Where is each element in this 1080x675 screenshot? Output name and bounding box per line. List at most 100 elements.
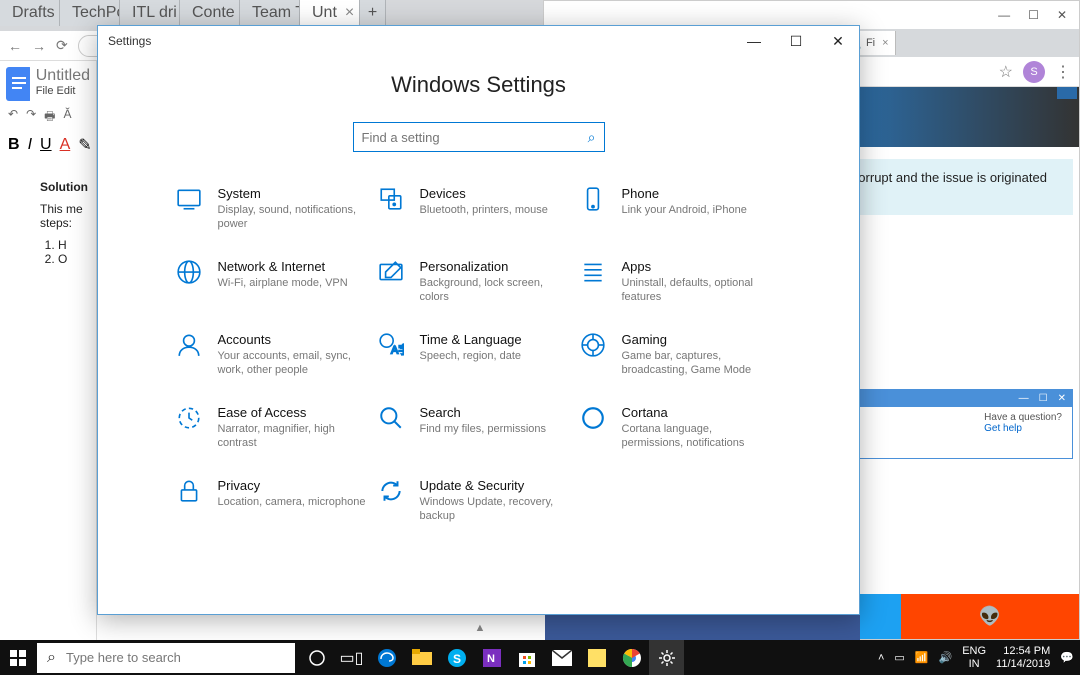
textcolor-icon[interactable]: A bbox=[60, 136, 71, 154]
minimize-button[interactable]: — bbox=[998, 8, 1010, 22]
doc-format-bar: B I U A ✎ bbox=[0, 132, 96, 158]
highlight-icon[interactable]: ✎ bbox=[78, 135, 91, 155]
skype-icon[interactable]: S bbox=[439, 640, 474, 675]
underline-icon[interactable]: U bbox=[40, 136, 52, 154]
gaming-icon bbox=[578, 332, 608, 362]
nav-forward-icon[interactable]: → bbox=[32, 38, 46, 54]
search-settings-icon bbox=[376, 405, 406, 435]
google-docs-panel: Untitled File Edit ↶ ↷ 🖶 Ă B I U A ✎ bbox=[0, 61, 97, 640]
settings-maximize-button[interactable]: ☐ bbox=[775, 26, 817, 56]
devices-icon bbox=[376, 186, 406, 216]
settings-item-personalization[interactable]: PersonalizationBackground, lock screen, … bbox=[376, 259, 576, 304]
mail-icon[interactable] bbox=[544, 640, 579, 675]
tab-untitled[interactable]: Unt× bbox=[300, 0, 360, 26]
explorer-icon[interactable] bbox=[404, 640, 439, 675]
settings-item-network[interactable]: Network & InternetWi-Fi, airplane mode, … bbox=[174, 259, 374, 304]
settings-heading: Windows Settings bbox=[391, 72, 566, 98]
taskview-icon[interactable]: ▭▯ bbox=[334, 640, 369, 675]
network-icon bbox=[174, 259, 204, 289]
settings-item-phone[interactable]: PhoneLink your Android, iPhone bbox=[578, 186, 778, 231]
share-reddit[interactable]: 👽 bbox=[901, 594, 1079, 639]
ad-close-icon[interactable] bbox=[1057, 87, 1077, 99]
edge-icon[interactable] bbox=[369, 640, 404, 675]
time-language-icon: A字 bbox=[376, 332, 406, 362]
windows-taskbar: ⌕ Type here to search ▭▯ S N ˄ ▭ 📶 🔊 ENG… bbox=[0, 640, 1080, 675]
doc-title[interactable]: Untitled bbox=[36, 67, 90, 85]
close-button[interactable]: ✕ bbox=[1057, 8, 1067, 22]
tab-itl[interactable]: ITL dri bbox=[120, 0, 180, 26]
tab-techpo[interactable]: TechPo bbox=[60, 0, 120, 26]
get-help-link[interactable]: Get help bbox=[984, 423, 1062, 434]
maximize-button[interactable]: ☐ bbox=[1028, 8, 1039, 22]
settings-item-time-language[interactable]: A字 Time & LanguageSpeech, region, date bbox=[376, 332, 576, 377]
settings-item-apps[interactable]: AppsUninstall, defaults, optional featur… bbox=[578, 259, 778, 304]
nav-back-icon[interactable]: ← bbox=[8, 38, 22, 54]
settings-window: Settings — ☐ ✕ Windows Settings ⌕ System… bbox=[97, 25, 860, 615]
settings-item-ease-of-access[interactable]: Ease of AccessNarrator, magnifier, high … bbox=[174, 405, 374, 450]
settings-item-search[interactable]: SearchFind my files, permissions bbox=[376, 405, 576, 450]
taskbar-search[interactable]: ⌕ Type here to search bbox=[37, 643, 295, 673]
tray-clock[interactable]: 12:54 PM11/14/2019 bbox=[996, 645, 1050, 671]
settings-item-cortana[interactable]: CortanaCortana language, permissions, no… bbox=[578, 405, 778, 450]
settings-titlebar: Settings — ☐ ✕ bbox=[98, 26, 859, 56]
bookmark-icon[interactable]: ☆ bbox=[999, 62, 1013, 82]
taskbar-pinned: ▭▯ S N bbox=[299, 640, 684, 675]
privacy-icon bbox=[174, 478, 204, 508]
tray-battery-icon[interactable]: ▭ bbox=[894, 651, 904, 664]
profile-avatar[interactable]: S bbox=[1023, 61, 1045, 83]
tab-drafts[interactable]: Drafts bbox=[0, 0, 60, 26]
taskbar-search-placeholder: Type here to search bbox=[66, 650, 181, 665]
tray-volume-icon[interactable]: 🔊 bbox=[939, 651, 953, 664]
new-tab-button[interactable]: + bbox=[360, 0, 386, 26]
svg-text:A字: A字 bbox=[391, 343, 404, 357]
settings-item-gaming[interactable]: GamingGame bar, captures, broadcasting, … bbox=[578, 332, 778, 377]
menu-icon[interactable]: ⋮ bbox=[1055, 62, 1071, 82]
update-security-icon bbox=[376, 478, 406, 508]
tray-notifications-icon[interactable]: 💬 bbox=[1060, 651, 1074, 664]
tray-language[interactable]: ENGIN bbox=[962, 645, 986, 671]
settings-item-system[interactable]: SystemDisplay, sound, notifications, pow… bbox=[174, 186, 374, 231]
print-icon[interactable]: 🖶 bbox=[44, 107, 55, 128]
mini-max-icon[interactable]: ☐ bbox=[1039, 393, 1048, 404]
bold-icon[interactable]: B bbox=[8, 136, 20, 154]
settings-item-privacy[interactable]: PrivacyLocation, camera, microphone bbox=[174, 478, 374, 523]
phone-icon bbox=[578, 186, 608, 216]
svg-text:N: N bbox=[487, 653, 495, 665]
undo-icon[interactable]: ↶ bbox=[8, 107, 18, 128]
docs-icon bbox=[6, 67, 30, 101]
settings-item-devices[interactable]: DevicesBluetooth, printers, mouse bbox=[376, 186, 576, 231]
settings-close-button[interactable]: ✕ bbox=[817, 26, 859, 56]
apps-icon bbox=[578, 259, 608, 289]
search-icon: ⌕ bbox=[588, 129, 596, 146]
settings-search-box[interactable]: ⌕ bbox=[353, 122, 605, 152]
mini-min-icon[interactable]: — bbox=[1019, 393, 1029, 404]
stickynotes-icon[interactable] bbox=[579, 640, 614, 675]
cortana-icon bbox=[578, 405, 608, 435]
settings-taskbar-icon[interactable] bbox=[649, 640, 684, 675]
cortana-taskbar-icon[interactable] bbox=[299, 640, 334, 675]
redo-icon[interactable]: ↷ bbox=[26, 107, 36, 128]
spell-icon[interactable]: Ă bbox=[63, 107, 71, 128]
chrome-taskbar-icon[interactable] bbox=[614, 640, 649, 675]
nav-reload-icon[interactable]: ⟳ bbox=[56, 37, 68, 54]
settings-search-input[interactable] bbox=[362, 130, 588, 145]
italic-icon[interactable]: I bbox=[28, 136, 32, 154]
system-tray: ˄ ▭ 📶 🔊 ENGIN 12:54 PM11/14/2019 💬 bbox=[878, 640, 1080, 675]
settings-minimize-button[interactable]: — bbox=[733, 26, 775, 56]
settings-item-accounts[interactable]: AccountsYour accounts, email, sync, work… bbox=[174, 332, 374, 377]
tab-conte[interactable]: Conte bbox=[180, 0, 240, 26]
tab-team[interactable]: Team T bbox=[240, 0, 300, 26]
mini-close-icon[interactable]: ✕ bbox=[1058, 393, 1066, 404]
tray-network-icon[interactable]: 📶 bbox=[915, 651, 929, 664]
settings-window-title: Settings bbox=[108, 34, 151, 48]
settings-categories: SystemDisplay, sound, notifications, pow… bbox=[174, 186, 784, 523]
ease-of-access-icon bbox=[174, 405, 204, 435]
scroll-up-icon[interactable]: ▲ bbox=[465, 615, 495, 640]
tray-chevron-icon[interactable]: ˄ bbox=[878, 652, 884, 664]
start-button[interactable] bbox=[0, 640, 35, 675]
settings-item-update-security[interactable]: Update & SecurityWindows Update, recover… bbox=[376, 478, 576, 523]
store-icon[interactable] bbox=[509, 640, 544, 675]
personalization-icon bbox=[376, 259, 406, 289]
doc-menu[interactable]: File Edit bbox=[36, 85, 90, 97]
onenote-icon[interactable]: N bbox=[474, 640, 509, 675]
